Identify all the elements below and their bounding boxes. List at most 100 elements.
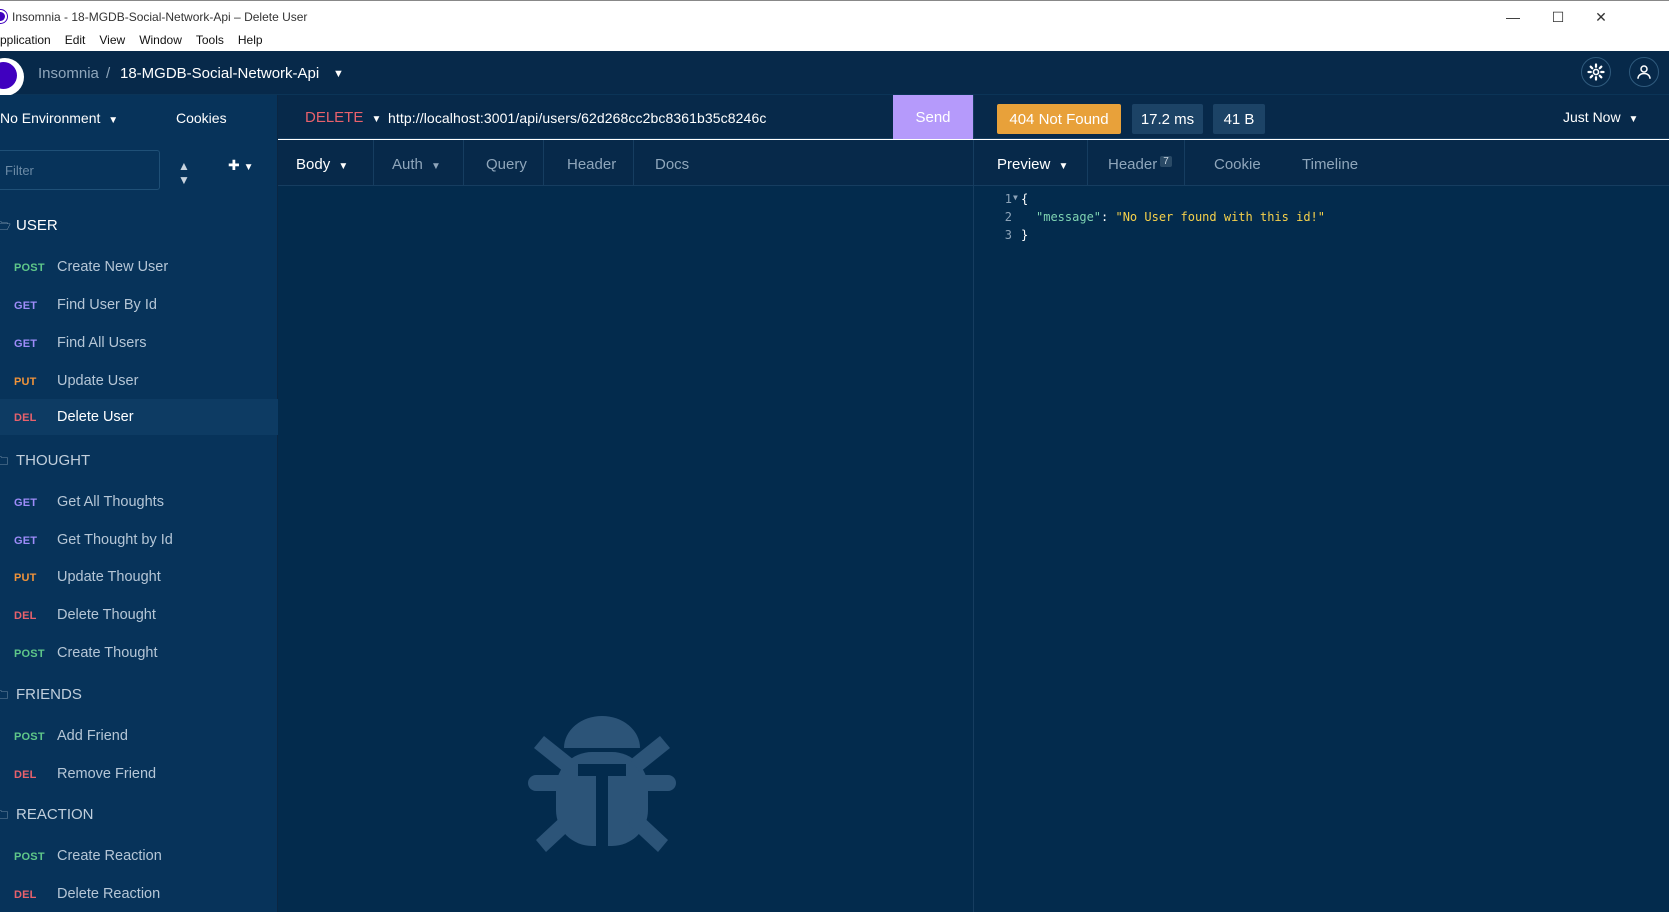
method-selector[interactable]: DELETE ▼ bbox=[305, 109, 381, 126]
tab-body[interactable]: Body ▼ bbox=[296, 156, 348, 173]
json-colon: : bbox=[1101, 210, 1116, 224]
line-number: 3 bbox=[1004, 228, 1012, 242]
fold-arrow-icon[interactable]: ▼ bbox=[1013, 193, 1018, 202]
environment-label: No Environment bbox=[0, 110, 101, 126]
window-titlebar: Insomnia - 18-MGDB-Social-Network-Api – … bbox=[0, 0, 1669, 31]
tab-label: Header bbox=[1108, 156, 1158, 173]
response-size-badge: 41 B bbox=[1213, 104, 1265, 134]
request-item[interactable]: DEL Remove Friend bbox=[0, 756, 278, 792]
tab-header[interactable]: Header bbox=[567, 156, 616, 173]
workspace-dropdown-icon[interactable]: ▼ bbox=[333, 68, 344, 80]
folder-label: FRIENDS bbox=[16, 686, 82, 703]
tab-divider bbox=[543, 140, 544, 186]
request-item[interactable]: DEL Delete Thought bbox=[0, 597, 278, 633]
method-badge: POST bbox=[14, 851, 45, 863]
request-item[interactable]: POST Create New User bbox=[0, 249, 278, 285]
history-label: Just Now bbox=[1563, 109, 1621, 125]
environment-row: No Environment ▼ Cookies bbox=[0, 95, 278, 139]
send-button[interactable]: Send bbox=[893, 95, 973, 139]
method-badge: POST bbox=[14, 262, 45, 274]
environment-selector[interactable]: No Environment ▼ bbox=[0, 110, 118, 126]
filter-input[interactable]: Filter bbox=[0, 150, 160, 190]
request-label: Create New User bbox=[57, 259, 169, 275]
request-item[interactable]: PUT Update Thought bbox=[0, 559, 278, 595]
folder-user[interactable]: 🗁 USER bbox=[0, 217, 58, 238]
method-badge: POST bbox=[14, 648, 45, 660]
request-label: Delete User bbox=[57, 409, 134, 425]
breadcrumb-app[interactable]: Insomnia bbox=[38, 65, 99, 82]
cookies-button[interactable]: Cookies bbox=[176, 110, 227, 126]
method-badge: DEL bbox=[14, 769, 37, 781]
request-item[interactable]: DEL Delete Reaction bbox=[0, 876, 278, 912]
gear-icon[interactable] bbox=[1581, 57, 1611, 87]
response-tabs: Preview ▼ Header 7 Cookie Timeline bbox=[973, 140, 1669, 186]
menu-edit[interactable]: Edit bbox=[58, 31, 93, 51]
tab-query[interactable]: Query bbox=[486, 156, 527, 173]
sort-icon[interactable]: ▲ ▼ bbox=[178, 159, 190, 187]
tab-timeline[interactable]: Timeline bbox=[1302, 156, 1358, 173]
folder-icon: 🗀 bbox=[0, 808, 9, 822]
folder-icon: 🗀 bbox=[0, 688, 9, 702]
request-item[interactable]: POST Create Reaction bbox=[0, 838, 278, 874]
environment-dropdown-icon: ▼ bbox=[108, 115, 119, 126]
tab-docs[interactable]: Docs bbox=[655, 156, 689, 173]
request-label: Find All Users bbox=[57, 335, 147, 351]
request-item[interactable]: GET Get Thought by Id bbox=[0, 522, 278, 558]
method-label: DELETE bbox=[305, 109, 364, 126]
menu-bar: pplication Edit View Window Tools Help bbox=[0, 31, 1669, 51]
method-badge: POST bbox=[14, 731, 45, 743]
menu-view[interactable]: View bbox=[92, 31, 132, 51]
code-line: 1 ▼ { bbox=[974, 192, 1669, 210]
folder-label: THOUGHT bbox=[16, 452, 91, 469]
minimize-icon[interactable]: — bbox=[1490, 5, 1536, 29]
folder-reaction[interactable]: 🗀 REACTION bbox=[0, 806, 94, 827]
chevron-down-icon: ▼ bbox=[338, 161, 349, 172]
insomnia-logo[interactable] bbox=[0, 58, 24, 96]
tab-preview[interactable]: Preview ▼ bbox=[997, 156, 1068, 173]
request-label: Create Thought bbox=[57, 645, 158, 661]
request-label: Remove Friend bbox=[57, 766, 157, 782]
folder-label: REACTION bbox=[16, 806, 94, 823]
breadcrumb-workspace[interactable]: 18-MGDB-Social-Network-Api bbox=[120, 65, 319, 82]
tab-response-header[interactable]: Header 7 bbox=[1108, 156, 1172, 173]
method-badge: GET bbox=[14, 300, 38, 312]
menu-application[interactable]: pplication bbox=[0, 31, 58, 51]
request-label: Delete Thought bbox=[57, 607, 156, 623]
method-dropdown-icon: ▼ bbox=[371, 114, 382, 125]
json-key: "message" bbox=[1036, 210, 1102, 224]
tab-auth[interactable]: Auth ▼ bbox=[392, 156, 441, 173]
menu-tools[interactable]: Tools bbox=[189, 31, 231, 51]
line-number: 1 bbox=[1004, 192, 1012, 206]
menu-window[interactable]: Window bbox=[132, 31, 189, 51]
method-badge: DEL bbox=[14, 412, 37, 424]
request-item[interactable]: POST Add Friend bbox=[0, 718, 278, 754]
add-request-icon[interactable]: ✚ ▼ bbox=[228, 157, 254, 174]
response-history-dropdown[interactable]: Just Now ▼ bbox=[1563, 109, 1638, 125]
request-item[interactable]: GET Find User By Id bbox=[0, 287, 278, 323]
menu-help[interactable]: Help bbox=[231, 31, 270, 51]
user-icon[interactable] bbox=[1629, 57, 1659, 87]
folder-friends[interactable]: 🗀 FRIENDS bbox=[0, 686, 82, 707]
tab-divider bbox=[633, 140, 634, 186]
response-body-viewer[interactable]: 1 ▼ { 2 "message": "No User found with t… bbox=[973, 186, 1669, 912]
request-item[interactable]: PUT Update User bbox=[0, 363, 278, 399]
response-status-bar: 404 Not Found 17.2 ms 41 B Just Now ▼ bbox=[973, 95, 1669, 139]
method-badge: GET bbox=[14, 535, 38, 547]
request-item-active[interactable]: DEL Delete User bbox=[0, 399, 278, 435]
close-icon[interactable]: ✕ bbox=[1578, 5, 1624, 29]
chevron-down-icon: ▼ bbox=[1628, 114, 1639, 125]
request-item[interactable]: POST Create Thought bbox=[0, 635, 278, 671]
tab-label: Body bbox=[296, 156, 331, 173]
tab-divider bbox=[373, 140, 374, 186]
tab-cookie[interactable]: Cookie bbox=[1214, 156, 1261, 173]
url-input[interactable]: http://localhost:3001/api/users/62d268cc… bbox=[388, 110, 766, 126]
folder-thought[interactable]: 🗀 THOUGHT bbox=[0, 452, 90, 473]
request-label: Update User bbox=[57, 373, 139, 389]
chevron-down-icon: ▼ bbox=[1058, 161, 1069, 172]
request-item[interactable]: GET Find All Users bbox=[0, 325, 278, 361]
request-item[interactable]: GET Get All Thoughts bbox=[0, 484, 278, 520]
method-badge: PUT bbox=[14, 376, 37, 388]
maximize-icon[interactable]: ☐ bbox=[1535, 5, 1581, 29]
request-label: Add Friend bbox=[57, 728, 128, 744]
sidebar: No Environment ▼ Cookies Filter ▲ ▼ ✚ ▼ 🗁… bbox=[0, 95, 278, 912]
